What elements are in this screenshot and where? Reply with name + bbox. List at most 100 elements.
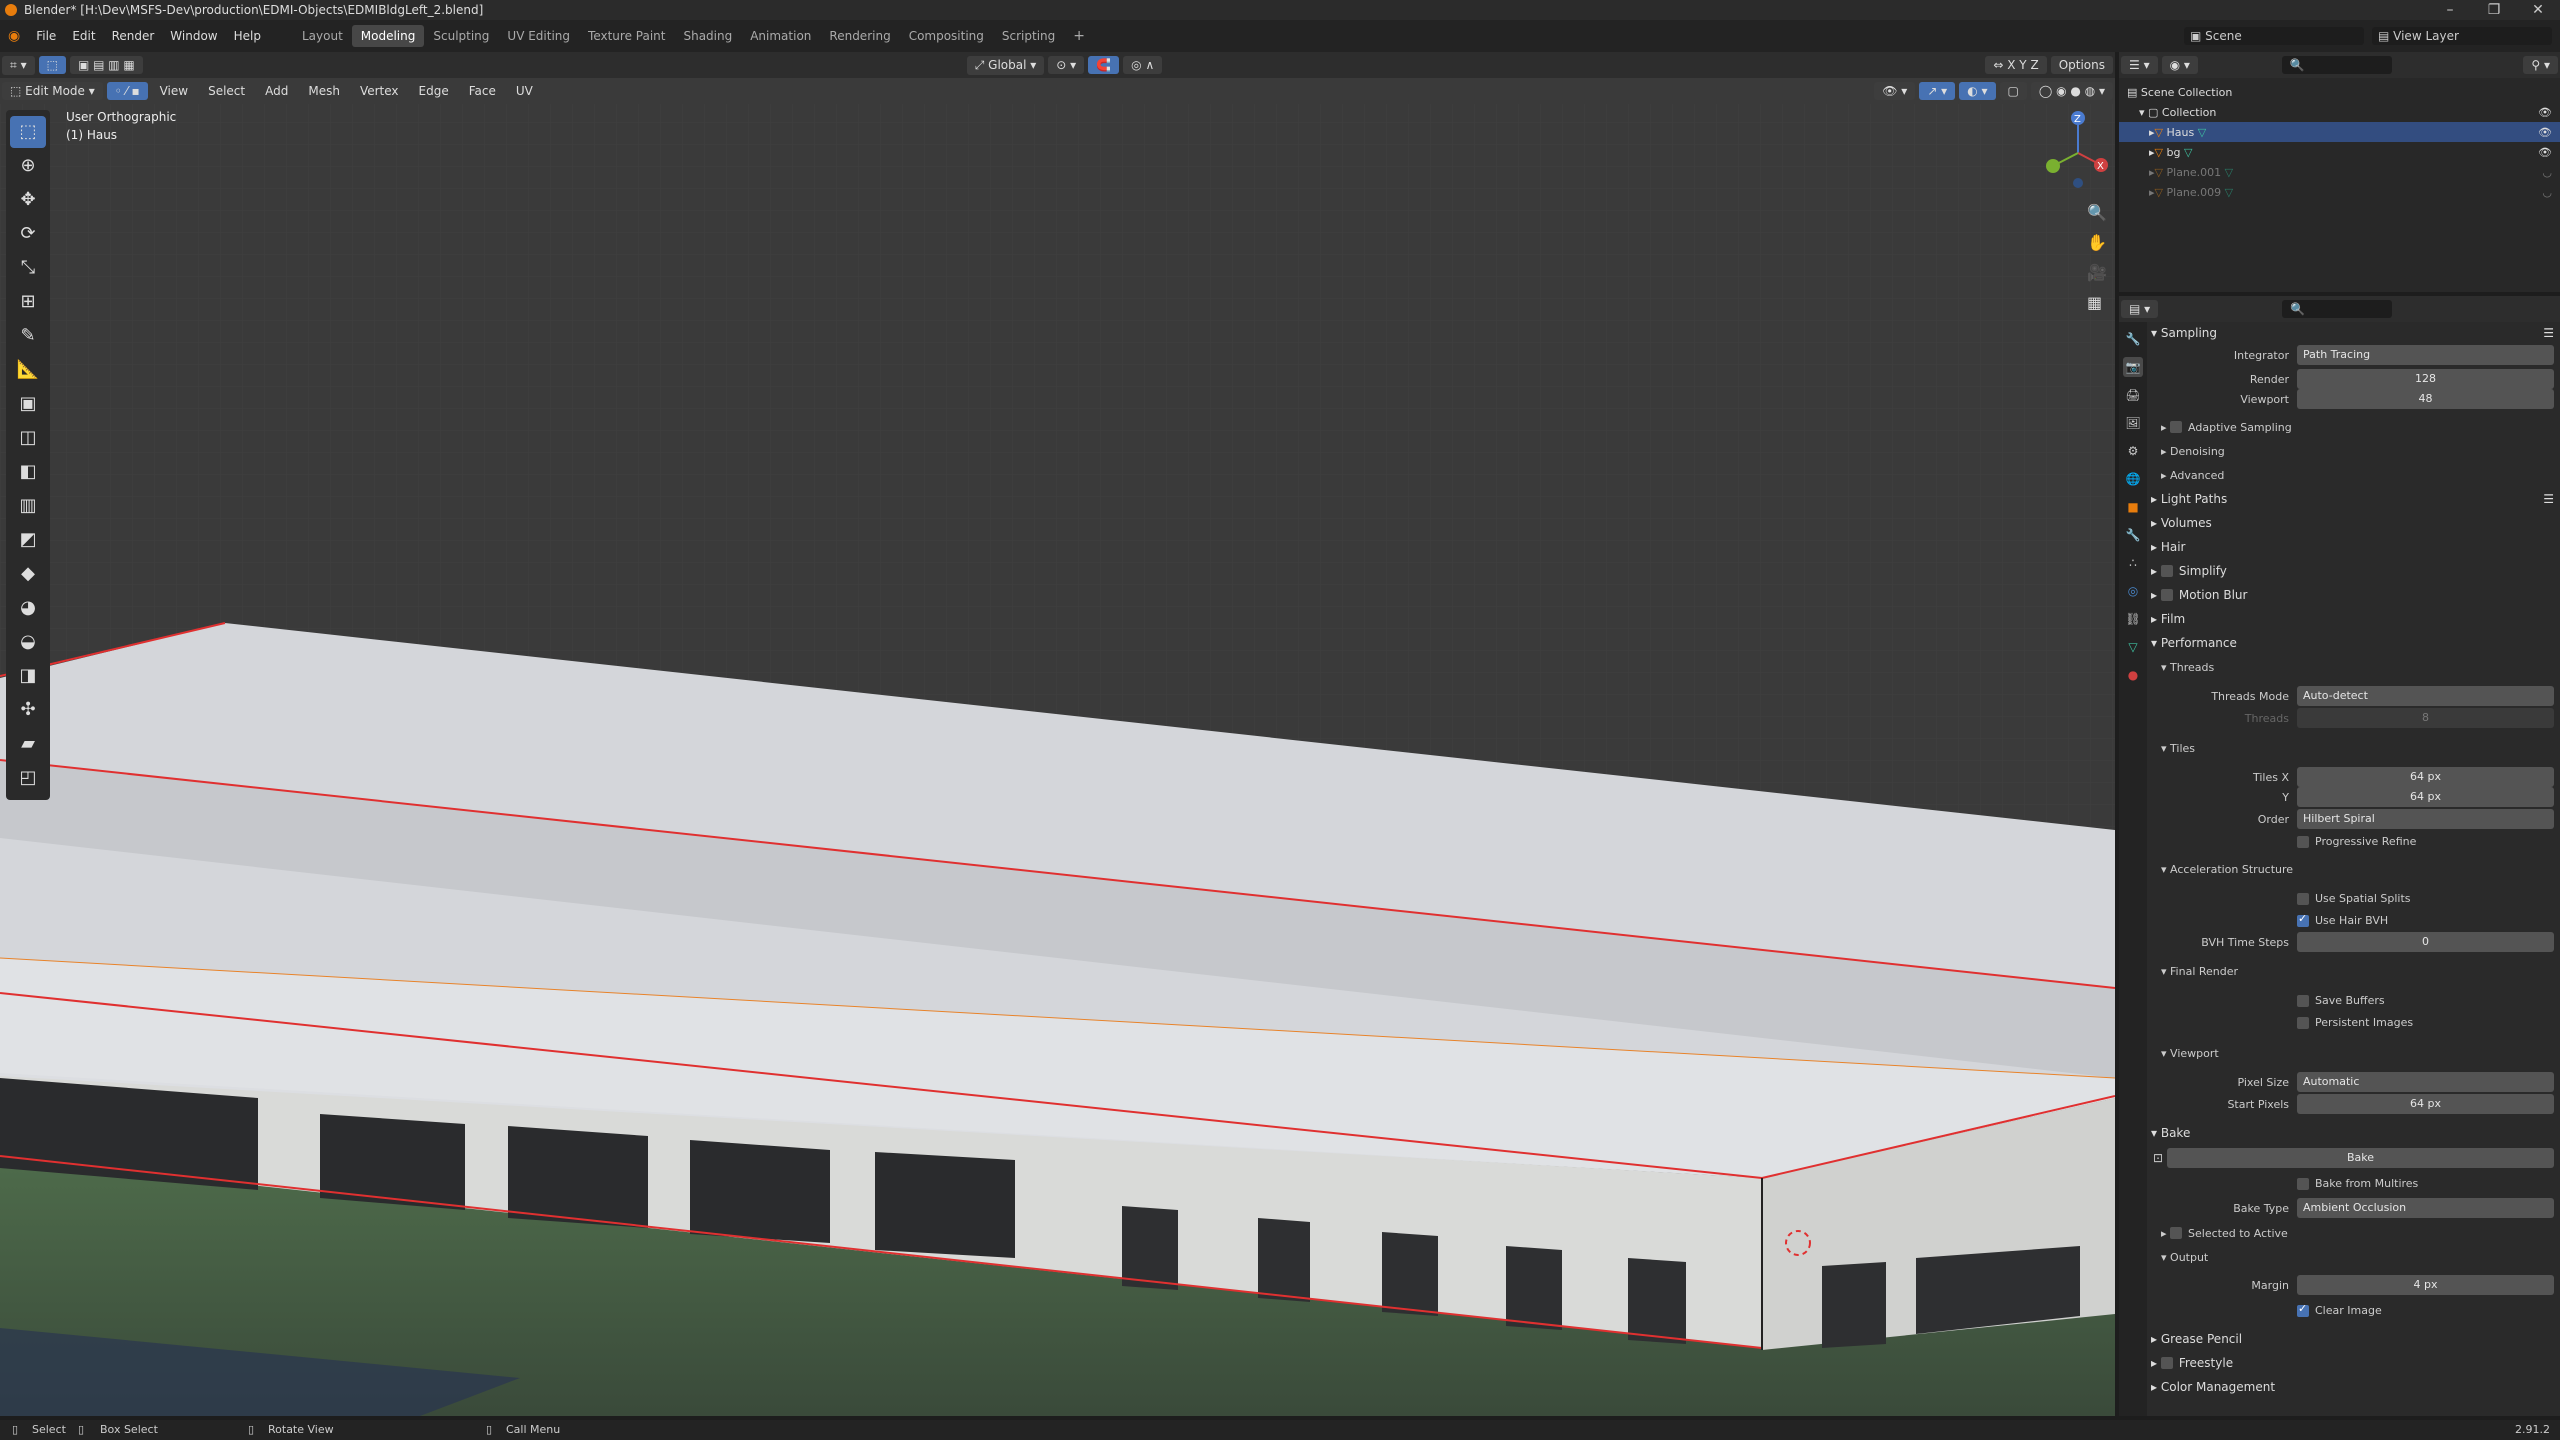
tab-compositing[interactable]: Compositing: [900, 25, 993, 47]
menu-help[interactable]: Help: [226, 29, 269, 43]
modifier-tab-icon[interactable]: 🔧: [2123, 525, 2143, 545]
volumes-panel[interactable]: ▸ Volumes: [2147, 512, 2554, 534]
smooth-tool-icon[interactable]: ◒: [10, 626, 46, 658]
eye-icon[interactable]: 👁: [2538, 126, 2560, 139]
freestyle-panel[interactable]: ▸ Freestyle: [2147, 1352, 2554, 1374]
select-box-tool-icon[interactable]: ⬚: [10, 116, 46, 148]
options-dropdown[interactable]: Options: [2050, 56, 2113, 74]
display-mode-dropdown[interactable]: ◉ ▾: [2161, 56, 2198, 74]
orientation-dropdown[interactable]: ⤢ Global ▾: [966, 55, 1045, 75]
tab-sculpting[interactable]: Sculpting: [424, 25, 498, 47]
inset-tool-icon[interactable]: ◫: [10, 422, 46, 454]
object-tab-icon[interactable]: ■: [2123, 497, 2143, 517]
persistent-checkbox[interactable]: Persistent Images: [2297, 1015, 2413, 1029]
mirror-axis-buttons[interactable]: ⇔ X Y Z: [1985, 56, 2047, 74]
clear-image-checkbox[interactable]: Clear Image: [2297, 1302, 2382, 1317]
scene-tab-icon[interactable]: ⚙: [2123, 441, 2143, 461]
poly-build-tool-icon[interactable]: ◆: [10, 558, 46, 590]
proportional-edit-toggle[interactable]: ◎ ∧: [1123, 56, 1163, 74]
annotate-tool-icon[interactable]: ✎: [10, 320, 46, 352]
render-tab-icon[interactable]: 📷: [2123, 357, 2143, 377]
world-tab-icon[interactable]: 🌐: [2123, 469, 2143, 489]
editor-type-button[interactable]: ⌗ ▾: [2, 55, 35, 75]
tab-shading[interactable]: Shading: [674, 25, 741, 47]
outliner-item-haus[interactable]: ▸ ▽ Haus ▽ 👁: [2119, 122, 2560, 142]
save-buffers-checkbox[interactable]: Save Buffers: [2297, 993, 2385, 1007]
freestyle-checkbox[interactable]: [2160, 1357, 2173, 1369]
extrude-tool-icon[interactable]: ▣: [10, 388, 46, 420]
rotate-tool-icon[interactable]: ⟳: [10, 218, 46, 250]
scene-selector[interactable]: ▣ Scene: [2184, 27, 2364, 45]
viewport-samples-field[interactable]: 48: [2297, 389, 2554, 409]
bvh-steps-field[interactable]: 0: [2297, 932, 2554, 952]
threads-mode-dropdown[interactable]: Auto-detect: [2297, 686, 2554, 706]
view-layer-selector[interactable]: ▤ View Layer: [2372, 27, 2552, 45]
constraints-tab-icon[interactable]: ⛓: [2123, 609, 2143, 629]
close-button[interactable]: ✕: [2516, 0, 2560, 20]
menu-file[interactable]: File: [28, 29, 64, 43]
axis-gizmo-icon[interactable]: Z X: [2023, 108, 2113, 188]
menu-window[interactable]: Window: [162, 29, 225, 43]
integrator-dropdown[interactable]: Path Tracing: [2297, 345, 2554, 365]
physics-tab-icon[interactable]: ◎: [2123, 581, 2143, 601]
tab-layout[interactable]: Layout: [293, 25, 352, 47]
motion-blur-checkbox[interactable]: [2160, 589, 2173, 601]
material-tab-icon[interactable]: ●: [2123, 665, 2143, 685]
scale-tool-icon[interactable]: ⤡: [10, 252, 46, 284]
cursor-tool-icon[interactable]: ⊕: [10, 150, 46, 182]
output-tab-icon[interactable]: 🖨: [2123, 385, 2143, 405]
bake-multires-checkbox[interactable]: Bake from Multires: [2297, 1176, 2418, 1190]
spin-tool-icon[interactable]: ◕: [10, 592, 46, 624]
outliner-search-input[interactable]: 🔍: [2281, 56, 2392, 74]
eye-icon[interactable]: 👁: [2538, 106, 2560, 119]
final-render-subpanel[interactable]: ▾ Final Render: [2147, 960, 2554, 982]
menu-edit[interactable]: Edit: [64, 29, 103, 43]
bevel-tool-icon[interactable]: ◧: [10, 456, 46, 488]
hair-bvh-checkbox[interactable]: Use Hair BVH: [2297, 912, 2388, 927]
advanced-subpanel[interactable]: ▸ Advanced: [2147, 464, 2554, 486]
threads-subpanel[interactable]: ▾ Threads: [2147, 656, 2554, 678]
performance-panel[interactable]: ▾ Performance: [2147, 632, 2554, 654]
knife-tool-icon[interactable]: ◩: [10, 524, 46, 556]
ortho-grid-icon[interactable]: ▦: [2087, 288, 2107, 318]
progressive-checkbox[interactable]: Progressive Refine: [2297, 834, 2416, 848]
measure-tool-icon[interactable]: 📐: [10, 354, 46, 386]
pan-hand-icon[interactable]: ✋: [2087, 228, 2107, 258]
properties-editor-type[interactable]: ▤ ▾: [2121, 300, 2159, 318]
shrink-fatten-tool-icon[interactable]: ✣: [10, 694, 46, 726]
film-panel[interactable]: ▸ Film: [2147, 608, 2554, 630]
grease-pencil-panel[interactable]: ▸ Grease Pencil: [2147, 1328, 2554, 1350]
tab-modeling[interactable]: Modeling: [351, 25, 425, 47]
3d-viewport[interactable]: ⬚ Edit Mode ▾ ◦ ⁄ ▪ View Select Add Mesh…: [0, 78, 2115, 1416]
loop-cut-tool-icon[interactable]: ▥: [10, 490, 46, 522]
tab-uv-editing[interactable]: UV Editing: [498, 25, 579, 47]
outliner-editor-type[interactable]: ☰ ▾: [2121, 56, 2158, 74]
denoising-subpanel[interactable]: ▸ Denoising: [2147, 440, 2554, 462]
camera-view-icon[interactable]: 🎥: [2087, 258, 2107, 288]
bake-button[interactable]: Bake: [2167, 1148, 2554, 1168]
eye-closed-icon[interactable]: ◡: [2542, 186, 2560, 199]
data-tab-icon[interactable]: ▽: [2123, 637, 2143, 657]
navigation-gizmo[interactable]: Z X 🔍 ✋ 🎥 ▦: [2023, 108, 2113, 368]
selected-to-active-subpanel[interactable]: ▸ Selected to Active: [2147, 1222, 2554, 1244]
move-tool-icon[interactable]: ✥: [10, 184, 46, 216]
adaptive-checkbox[interactable]: [2170, 421, 2183, 433]
outliner-item-plane001[interactable]: ▸ ▽ Plane.001 ▽ ◡: [2119, 162, 2560, 182]
snap-toggle[interactable]: 🧲: [1088, 56, 1120, 74]
particles-tab-icon[interactable]: ∴: [2123, 553, 2143, 573]
color-management-panel[interactable]: ▸ Color Management: [2147, 1376, 2554, 1398]
outliner-item-plane009[interactable]: ▸ ▽ Plane.009 ▽ ◡: [2119, 182, 2560, 202]
eye-closed-icon[interactable]: ◡: [2542, 166, 2560, 179]
pivot-dropdown[interactable]: ⊙ ▾: [1048, 56, 1085, 74]
bake-type-dropdown[interactable]: Ambient Occlusion: [2297, 1198, 2554, 1218]
tiles-y-field[interactable]: 64 px: [2297, 787, 2554, 807]
tiles-subpanel[interactable]: ▾ Tiles: [2147, 737, 2554, 759]
viewport-subpanel[interactable]: ▾ Viewport: [2147, 1042, 2554, 1064]
order-dropdown[interactable]: Hilbert Spiral: [2297, 809, 2554, 829]
accel-subpanel[interactable]: ▾ Acceleration Structure: [2147, 858, 2554, 880]
maximize-button[interactable]: ❐: [2472, 0, 2516, 20]
hair-panel[interactable]: ▸ Hair: [2147, 536, 2554, 558]
tiles-x-field[interactable]: 64 px: [2297, 767, 2554, 787]
adaptive-sampling-subpanel[interactable]: ▸ Adaptive Sampling: [2147, 416, 2554, 438]
outliner-item-bg[interactable]: ▸ ▽ bg ▽ 👁: [2119, 142, 2560, 162]
